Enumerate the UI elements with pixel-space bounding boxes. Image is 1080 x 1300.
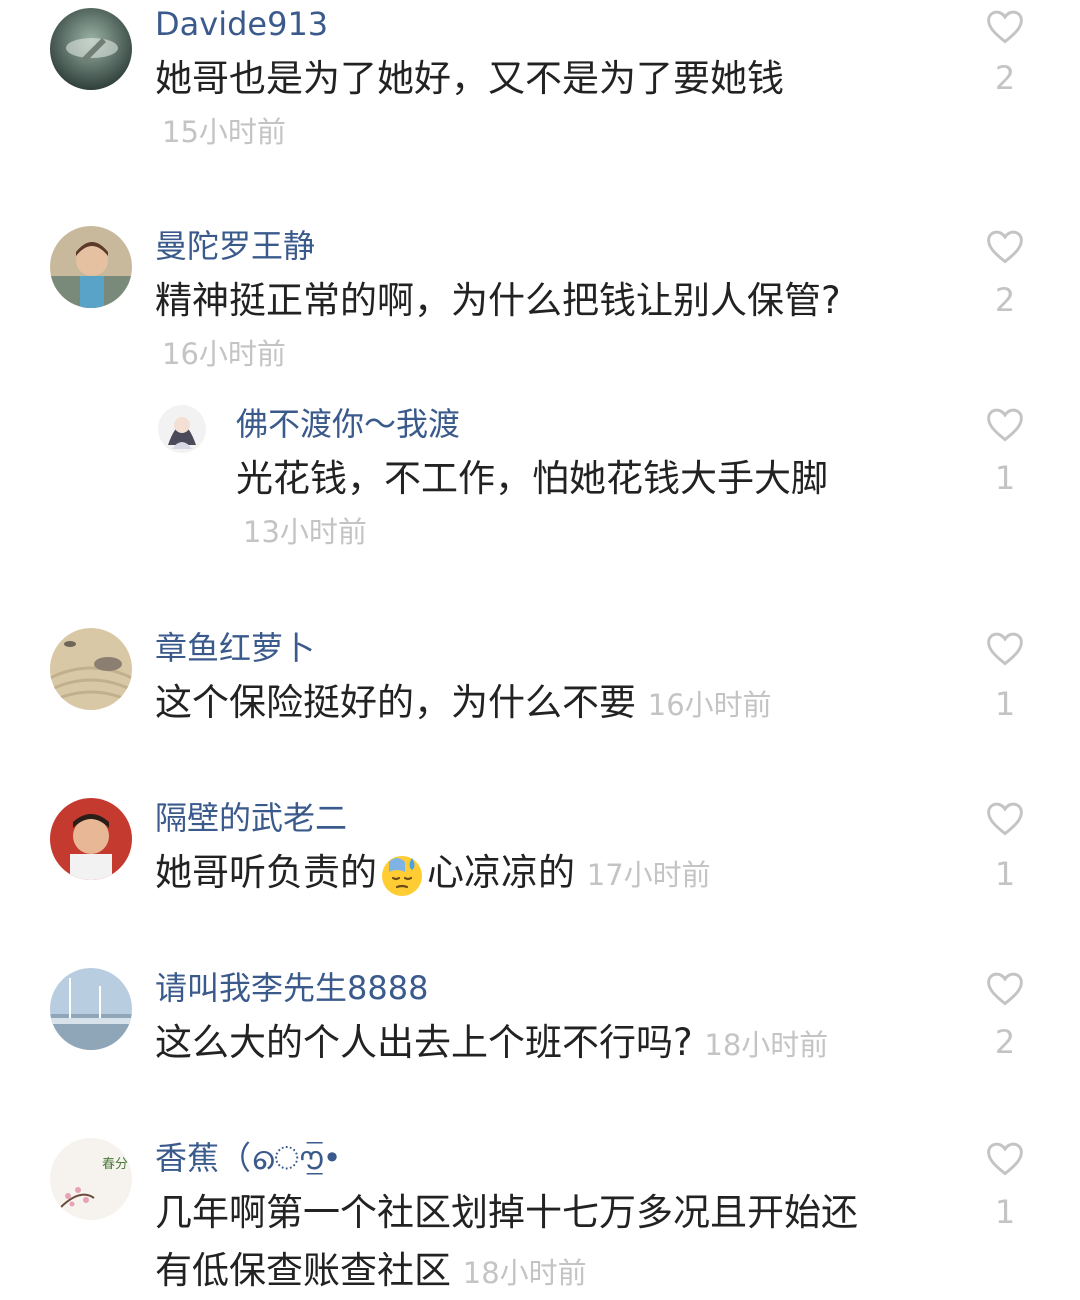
like-count: 2 xyxy=(994,281,1016,319)
heart-outline-icon[interactable] xyxy=(985,406,1025,442)
like-count: 2 xyxy=(994,1023,1016,1061)
username[interactable]: 曼陀罗王静 xyxy=(155,226,315,266)
avatar[interactable]: 春分 xyxy=(50,1138,132,1220)
comment-time: 15小时前 xyxy=(162,115,286,149)
avatar[interactable] xyxy=(50,628,132,710)
comment-body: 这个保险挺好的，为什么不要 xyxy=(155,681,636,724)
like-count: 1 xyxy=(994,685,1016,723)
like-count: 1 xyxy=(994,1193,1016,1231)
heart-outline-icon[interactable] xyxy=(985,8,1025,44)
comment-body: 她哥听负责的 xyxy=(155,851,377,894)
like-count: 2 xyxy=(994,59,1016,97)
comment-text: 几年啊第一个社区划掉十七万多况且开始还 xyxy=(155,1191,858,1234)
avatar[interactable] xyxy=(50,798,132,880)
comment-time: 16小时前 xyxy=(162,337,286,371)
like-count: 1 xyxy=(994,459,1016,497)
username[interactable]: 请叫我李先生8888 xyxy=(155,968,428,1008)
comment-time: 13小时前 xyxy=(243,515,367,549)
comment-time: 18小时前 xyxy=(462,1256,587,1290)
heart-outline-icon[interactable] xyxy=(985,800,1025,836)
sweat-emoji-icon xyxy=(382,855,422,896)
avatar[interactable] xyxy=(50,226,132,308)
comment-text: 光花钱，不工作，怕她花钱大手大脚 xyxy=(236,457,828,500)
comment-time: 17小时前 xyxy=(586,858,711,892)
comment-text: 这个保险挺好的，为什么不要 16小时前 xyxy=(155,678,772,730)
comment-text: 精神挺正常的啊，为什么把钱让别人保管? xyxy=(155,279,841,322)
heart-outline-icon[interactable] xyxy=(985,1140,1025,1176)
heart-outline-icon[interactable] xyxy=(985,630,1025,666)
username[interactable]: 佛不渡你～我渡 xyxy=(236,404,460,444)
comment-text: 这么大的个人出去上个班不行吗? 18小时前 xyxy=(155,1018,828,1070)
avatar[interactable] xyxy=(50,968,132,1050)
username[interactable]: Davide913 xyxy=(155,4,328,44)
username[interactable]: 隔壁的武老二 xyxy=(155,798,347,838)
comment-time: 18小时前 xyxy=(704,1028,829,1062)
heart-outline-icon[interactable] xyxy=(985,228,1025,264)
comment-text: 她哥也是为了她好，又不是为了要她钱 xyxy=(155,57,784,100)
comment-text-line2: 有低保查账查社区 18小时前 xyxy=(155,1246,587,1298)
comment-time: 16小时前 xyxy=(647,688,772,722)
comment-body-continued: 心凉凉的 xyxy=(427,851,575,894)
username[interactable]: 章鱼红萝卜 xyxy=(155,628,315,668)
comment-text: 她哥听负责的 心凉凉的 17小时前 xyxy=(155,848,711,900)
avatar-text: 春分 xyxy=(102,1157,128,1172)
heart-outline-icon[interactable] xyxy=(985,970,1025,1006)
comment-body: 有低保查账查社区 xyxy=(155,1249,451,1292)
like-count: 1 xyxy=(994,855,1016,893)
username[interactable]: 香蕉（ൌ̲̅• xyxy=(155,1138,342,1178)
avatar[interactable] xyxy=(158,405,206,453)
avatar[interactable] xyxy=(50,8,132,90)
comment-body: 这么大的个人出去上个班不行吗? xyxy=(155,1021,693,1064)
